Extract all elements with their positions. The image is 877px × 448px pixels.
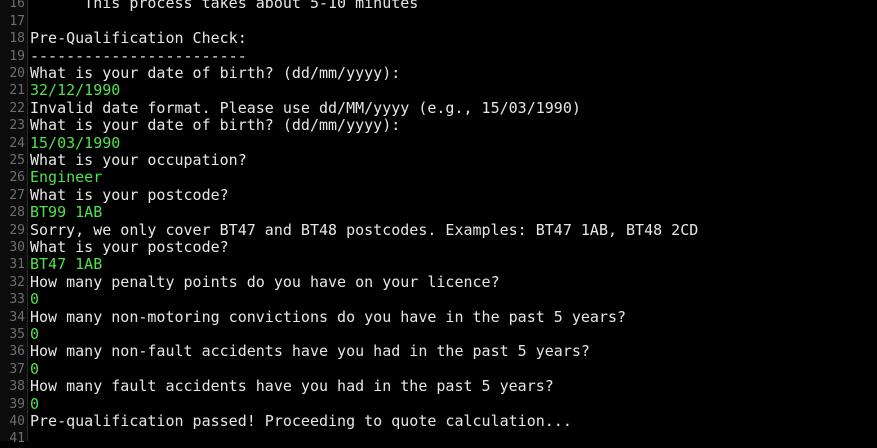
- console-output-text: Pre-Qualification Check:: [30, 29, 247, 48]
- line-number: 29: [9, 222, 25, 238]
- terminal-line: 31 BT47 1AB: [0, 255, 877, 274]
- line-number: 32: [9, 274, 25, 290]
- user-input-text: 0: [30, 394, 40, 413]
- line-number: 23: [9, 118, 25, 134]
- line-number: 24: [9, 135, 25, 151]
- terminal-line: 40 Pre-qualification passed! Proceeding t…: [0, 412, 877, 430]
- line-number: 17: [9, 13, 25, 29]
- terminal-line: 22 Invalid date format. Please use dd/MM/…: [0, 98, 877, 117]
- console-output-text: What is your occupation?: [30, 151, 247, 169]
- console-output-text: How many non-motoring convictions do you…: [30, 307, 627, 326]
- console-output-text: What is your postcode?: [30, 185, 229, 204]
- terminal-window[interactable]: 16 This process takes about 5-10 minutes…: [0, 0, 877, 446]
- terminal-line: 19 ------------------------: [0, 46, 877, 65]
- terminal-line: 16 This process takes about 5-10 minutes: [0, 0, 877, 13]
- user-input-text: 0: [30, 290, 40, 309]
- console-output-text: Sorry, we only cover BT47 and BT48 postc…: [30, 220, 699, 239]
- line-number: 40: [9, 414, 25, 429]
- user-input-text: 15/03/1990: [30, 133, 121, 152]
- line-number: 19: [9, 48, 25, 64]
- line-number: 18: [9, 31, 25, 47]
- line-number: 34: [9, 309, 25, 325]
- terminal-line: 34 How many non-motoring convictions do y…: [0, 307, 877, 326]
- line-number: 35: [9, 327, 25, 342]
- console-output-text: What is your postcode?: [30, 238, 229, 256]
- line-number: 21: [9, 83, 25, 99]
- user-input-text: Engineer: [30, 168, 103, 187]
- console-output-text: Pre-qualification passed! Proceeding to …: [30, 412, 572, 430]
- console-output-text: ------------------------: [30, 46, 247, 65]
- user-input-text: 0: [30, 325, 40, 343]
- console-output-text: What is your date of birth? (dd/mm/yyyy)…: [30, 64, 401, 82]
- terminal-line: 24 15/03/1990: [0, 133, 877, 152]
- line-number: 33: [9, 292, 25, 308]
- user-input-text: BT99 1AB: [30, 203, 103, 222]
- line-number: 37: [9, 361, 25, 377]
- terminal-line: 25 What is your occupation?: [0, 151, 877, 169]
- line-number: 16: [9, 0, 25, 12]
- console-output-text: How many penalty points do you have on y…: [30, 272, 500, 291]
- terminal-line: 36 How many non-fault accidents have you …: [0, 342, 877, 361]
- terminal-line: 17: [0, 13, 877, 30]
- terminal-line: 32 How many penalty points do you have on…: [0, 272, 877, 291]
- terminal-line: 39 0: [0, 394, 877, 413]
- terminal-line: 33 0: [0, 290, 877, 309]
- console-output-text: This process takes about 5-10 minutes: [30, 0, 419, 13]
- console-output-text: What is your date of birth? (dd/mm/yyyy)…: [30, 116, 401, 135]
- terminal-line: 37 0: [0, 359, 877, 378]
- terminal-line: 26 Engineer: [0, 168, 877, 187]
- line-number: 28: [9, 205, 25, 221]
- terminal-line: 27 What is your postcode?: [0, 185, 877, 204]
- terminal-line: 20 What is your date of birth? (dd/mm/yyy…: [0, 64, 877, 82]
- line-number: 39: [9, 396, 25, 412]
- line-number: 25: [9, 153, 25, 168]
- line-number: 27: [9, 187, 25, 203]
- console-output-text: How many non-fault accidents have you ha…: [30, 342, 590, 361]
- line-number: 26: [9, 170, 25, 186]
- line-number: 22: [9, 100, 25, 116]
- terminal-line: 29 Sorry, we only cover BT47 and BT48 pos…: [0, 220, 877, 239]
- line-number: 31: [9, 257, 25, 273]
- console-output-text: How many fault accidents have you had in…: [30, 377, 554, 396]
- line-number: 36: [9, 344, 25, 360]
- user-input-text: BT47 1AB: [30, 255, 103, 274]
- line-number: 20: [9, 66, 25, 81]
- terminal-line: 30 What is your postcode?: [0, 238, 877, 256]
- line-number: 38: [9, 379, 25, 395]
- console-output-text: Invalid date format. Please use dd/MM/yy…: [30, 98, 581, 117]
- terminal-line: 41: [0, 430, 877, 447]
- terminal-line: 38 How many fault accidents have you had …: [0, 377, 877, 396]
- line-number: 30: [9, 240, 25, 255]
- terminal-line: 18 Pre-Qualification Check:: [0, 29, 877, 48]
- line-number: 41: [9, 431, 25, 447]
- terminal-line: 23 What is your date of birth? (dd/mm/yyy…: [0, 116, 877, 135]
- terminal-line: 35 0: [0, 325, 877, 343]
- user-input-text: 32/12/1990: [30, 81, 121, 100]
- terminal-line: 28 BT99 1AB: [0, 203, 877, 222]
- terminal-line: 21 32/12/1990: [0, 81, 877, 100]
- user-input-text: 0: [30, 359, 40, 378]
